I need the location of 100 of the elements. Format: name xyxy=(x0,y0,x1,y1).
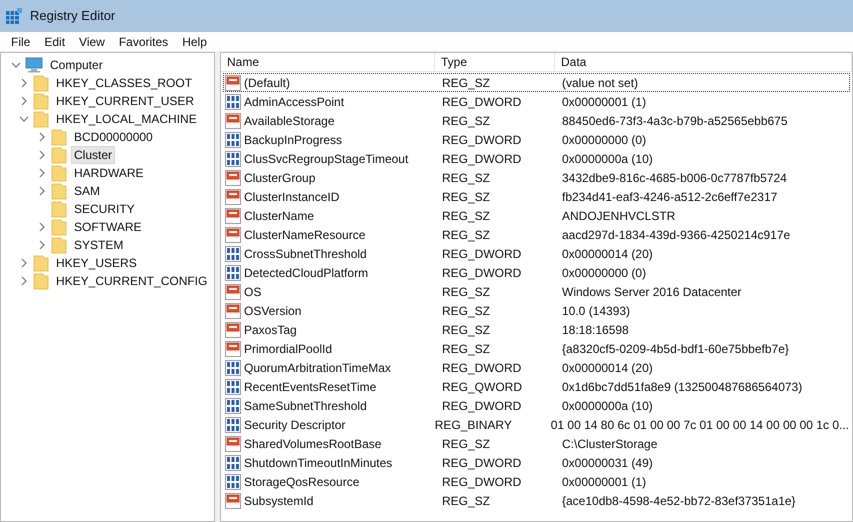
value-row[interactable]: CrossSubnetThreshold REG_DWORD 0x00000014 (20) xyxy=(223,244,850,263)
column-header[interactable]: Name xyxy=(221,53,435,71)
tree-item[interactable]: SYSTEM xyxy=(71,236,126,254)
value-row[interactable]: ClusterNameResource REG_SZ aacd297d-1834-439d-9366-4250214c917e xyxy=(223,225,850,244)
chevron-right-icon[interactable] xyxy=(37,186,47,196)
value-data: 18:18:16598 xyxy=(561,322,629,338)
value-name: SubsystemId xyxy=(244,492,314,510)
value-row[interactable]: QuorumArbitrationTimeMax REG_DWORD 0x00000014 (20) xyxy=(223,358,850,377)
value-data: ANDOJENHVCLSTR xyxy=(561,208,676,224)
value-row[interactable]: RecentEventsResetTime REG_QWORD 0x1d6bc7dd51fa8e9 (132500487686564073) xyxy=(223,377,850,396)
value-data: 01 00 14 80 6c 01 00 00 7c 01 00 00 14 00 00 00 1c 0... xyxy=(550,416,849,434)
folder-icon xyxy=(33,110,49,128)
binary-value-icon xyxy=(225,246,241,262)
tree-item[interactable]: HKEY_LOCAL_MACHINE xyxy=(53,110,200,128)
value-data: 0x0000000a (10) xyxy=(561,150,653,168)
value-row[interactable]: ClusterName REG_SZ ANDOJENHVCLSTR xyxy=(223,206,850,225)
value-row[interactable]: (Default) REG_SZ (value not set) xyxy=(223,73,850,92)
binary-value-icon xyxy=(225,132,241,148)
tree-item[interactable]: BCD00000000 xyxy=(71,128,156,146)
value-row[interactable]: SubsystemId REG_SZ {ace10db8-4598-4e52-bb72-83ef37351a1e} xyxy=(223,491,850,510)
tree-item[interactable]: SOFTWARE xyxy=(71,218,145,236)
value-type: REG_DWORD xyxy=(441,94,522,110)
chevron-right-icon[interactable] xyxy=(37,132,47,142)
value-type: REG_DWORD xyxy=(441,474,522,490)
value-row[interactable]: StorageQosResource REG_DWORD 0x00000001 (1) xyxy=(223,472,850,491)
value-type: REG_SZ xyxy=(441,188,492,206)
value-row[interactable]: ClusterGroup REG_SZ 3432dbe9-816c-4685-b006-0c7787fb5724 xyxy=(223,168,850,187)
value-row[interactable]: SameSubnetThreshold REG_DWORD 0x0000000a (10) xyxy=(223,396,850,415)
value-row[interactable]: ShutdownTimeoutInMinutes REG_DWORD 0x00000031 (49) xyxy=(223,453,850,472)
tree-item[interactable]: SAM xyxy=(71,182,104,200)
value-data: 3432dbe9-816c-4685-b006-0c7787fb5724 xyxy=(561,170,787,186)
column-header[interactable]: Data xyxy=(555,53,852,71)
string-value-icon xyxy=(225,112,241,128)
value-row[interactable]: OS REG_SZ Windows Server 2016 Datacenter xyxy=(223,282,850,301)
tree-item[interactable]: Cluster xyxy=(71,146,116,164)
value-name: PrimordialPoolId xyxy=(244,340,332,358)
value-data: aacd297d-1834-439d-9366-4250214c917e xyxy=(561,226,790,244)
value-row[interactable]: ClusSvcRegroupStageTimeout REG_DWORD 0x0000000a (10) xyxy=(223,149,850,168)
chevron-right-icon[interactable] xyxy=(19,258,29,268)
value-row[interactable]: Security Descriptor REG_BINARY 01 00 14 80 6c 01 00 00 7c 01 00 00 14 00 00 00 1c 0... xyxy=(223,415,850,434)
chevron-right-icon[interactable] xyxy=(37,240,47,250)
chevron-right-icon[interactable] xyxy=(19,96,29,106)
folder-icon xyxy=(51,146,67,164)
chevron-down-icon[interactable] xyxy=(19,114,29,124)
string-value-icon xyxy=(225,492,241,508)
value-data: 0x00000031 (49) xyxy=(561,454,653,472)
chevron-right-icon[interactable] xyxy=(37,168,47,178)
chevron-right-icon[interactable] xyxy=(19,78,29,88)
value-name: AdminAccessPoint xyxy=(244,94,344,110)
string-value-icon xyxy=(225,302,241,318)
value-type: REG_SZ xyxy=(441,340,492,358)
value-type: REG_SZ xyxy=(441,170,492,186)
menu-item[interactable]: Favorites xyxy=(112,32,176,50)
chevron-right-icon[interactable] xyxy=(37,150,47,160)
string-value-icon xyxy=(225,208,241,224)
column-header[interactable]: Type xyxy=(435,53,555,71)
menu-item[interactable]: Edit xyxy=(37,32,72,50)
value-row[interactable]: BackupInProgress REG_DWORD 0x00000000 (0) xyxy=(223,130,850,149)
tree-item[interactable]: HKEY_CLASSES_ROOT xyxy=(53,74,196,92)
tree-item[interactable]: HKEY_CURRENT_CONFIG xyxy=(53,272,210,290)
tree-item[interactable]: HKEY_CURRENT_USER xyxy=(53,92,198,110)
value-data: 0x1d6bc7dd51fa8e9 (132500487686564073) xyxy=(561,378,802,396)
value-row[interactable]: OSVersion REG_SZ 10.0 (14393) xyxy=(223,301,850,320)
tree-item[interactable]: HARDWARE xyxy=(71,164,147,182)
menu-item[interactable]: Help xyxy=(175,32,214,50)
tree-item[interactable]: Computer xyxy=(47,56,106,74)
menu-item[interactable]: File xyxy=(4,32,38,50)
value-row[interactable]: AvailableStorage REG_SZ 88450ed6-73f3-4a3c-b79b-a52565ebb675 xyxy=(223,111,850,130)
binary-value-icon xyxy=(225,416,241,432)
value-row[interactable]: PaxosTag REG_SZ 18:18:16598 xyxy=(223,320,850,339)
folder-icon xyxy=(51,128,67,146)
folder-icon xyxy=(51,218,67,236)
string-value-icon xyxy=(225,226,241,242)
folder-icon xyxy=(33,272,49,290)
value-name: StorageQosResource xyxy=(244,474,360,490)
value-row[interactable]: ClusterInstanceID REG_SZ fb234d41-eaf3-4246-a512-2c6eff7e2317 xyxy=(223,187,850,206)
chevron-right-icon[interactable] xyxy=(37,222,47,232)
value-row[interactable]: DetectedCloudPlatform REG_DWORD 0x00000000 (0) xyxy=(223,263,850,282)
tree-item[interactable]: SECURITY xyxy=(71,200,138,218)
value-row[interactable]: AdminAccessPoint REG_DWORD 0x00000001 (1) xyxy=(223,92,850,111)
value-data: 0x00000000 (0) xyxy=(561,132,646,148)
chevron-down-icon[interactable] xyxy=(11,60,21,70)
string-value-icon xyxy=(225,436,241,452)
value-data: 0x00000000 (0) xyxy=(561,264,646,282)
string-value-icon xyxy=(225,340,241,356)
binary-value-icon xyxy=(225,378,241,394)
tree-item[interactable]: HKEY_USERS xyxy=(53,254,140,272)
value-name: QuorumArbitrationTimeMax xyxy=(244,360,391,376)
value-data: 10.0 (14393) xyxy=(561,302,630,320)
value-row[interactable]: PrimordialPoolId REG_SZ {a8320cf5-0209-4b5d-bdf1-60e75bbefb7e} xyxy=(223,339,850,358)
menu-item[interactable]: View xyxy=(72,32,112,50)
value-data: C:\ClusterStorage xyxy=(561,436,658,452)
window-title: Registry Editor xyxy=(30,7,116,26)
value-name: OSVersion xyxy=(244,302,302,320)
chevron-right-icon[interactable] xyxy=(19,276,29,286)
value-row[interactable]: SharedVolumesRootBase REG_SZ C:\ClusterStorage xyxy=(223,434,850,453)
value-type: REG_DWORD xyxy=(441,398,522,414)
value-data: 0x00000001 (1) xyxy=(561,94,646,110)
value-name: ClusterName xyxy=(244,208,314,224)
value-data: {a8320cf5-0209-4b5d-bdf1-60e75bbefb7e} xyxy=(561,340,789,358)
